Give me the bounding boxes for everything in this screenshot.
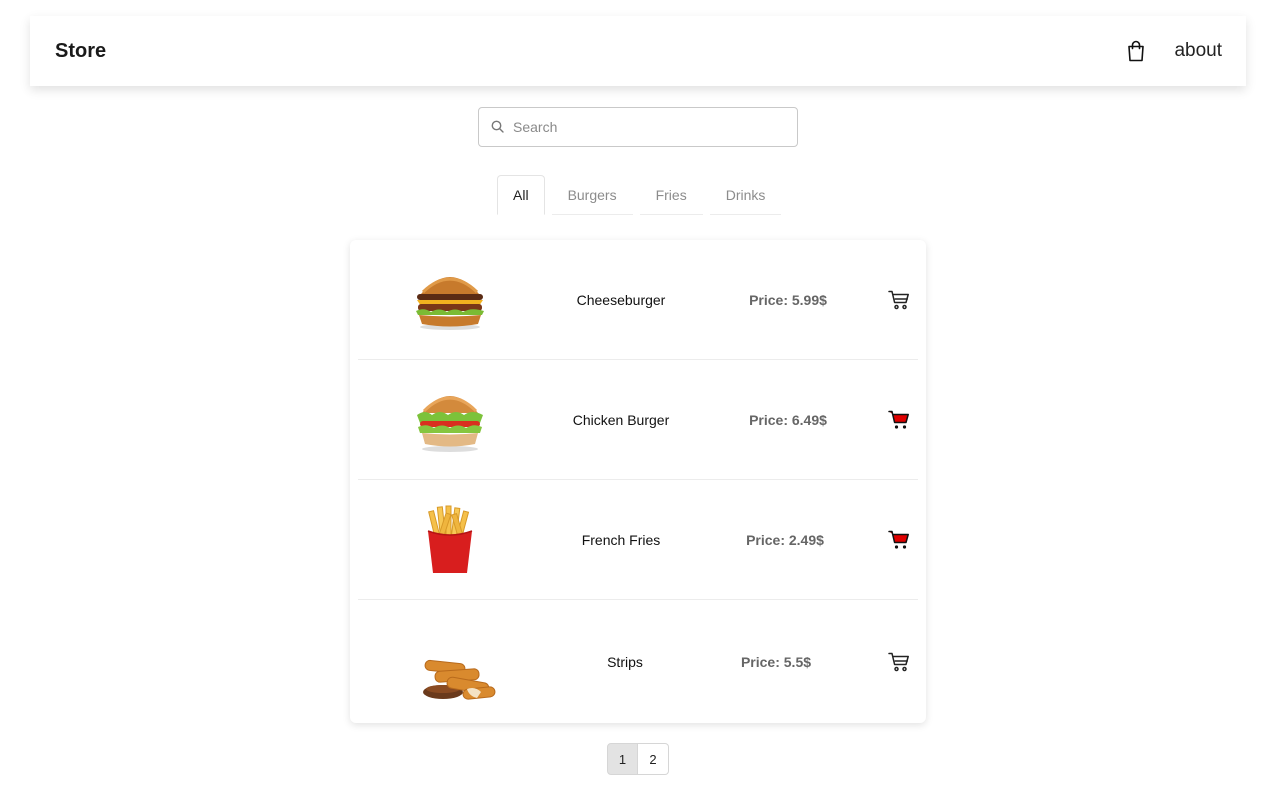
- about-link[interactable]: about: [1174, 40, 1222, 62]
- product-row: Cheeseburger Price: 5.99$: [358, 240, 918, 360]
- product-price: Price: 5.99$: [749, 291, 827, 308]
- in-cart-icon[interactable]: [886, 527, 912, 553]
- tab-fries[interactable]: Fries: [639, 175, 703, 215]
- strips-image: [358, 600, 542, 723]
- cheeseburger-image: [358, 240, 542, 359]
- product-name: Strips: [607, 653, 643, 670]
- french-fries-image: [358, 480, 542, 599]
- tab-drinks[interactable]: Drinks: [709, 175, 782, 215]
- product-price: Price: 2.49$: [746, 531, 824, 548]
- product-name: Chicken Burger: [572, 411, 670, 428]
- add-to-cart-icon[interactable]: [886, 649, 912, 675]
- add-to-cart-icon[interactable]: [886, 287, 912, 313]
- search-input[interactable]: [513, 119, 783, 135]
- chicken-burger-image: [358, 360, 542, 479]
- in-cart-icon[interactable]: [886, 407, 912, 433]
- product-name: French Fries: [581, 531, 661, 548]
- product-price: Price: 6.49$: [749, 411, 827, 428]
- product-name: Cheeseburger: [576, 291, 666, 308]
- navbar: Store about: [30, 16, 1246, 86]
- page-button-1[interactable]: 1: [607, 743, 638, 775]
- product-price: Price: 5.5$: [740, 653, 812, 670]
- tab-burgers[interactable]: Burgers: [551, 175, 633, 215]
- tab-all[interactable]: All: [497, 175, 545, 215]
- page-button-2[interactable]: 2: [638, 743, 669, 775]
- product-row: Chicken Burger Price: 6.49$: [358, 360, 918, 480]
- product-list: Cheeseburger Price: 5.99$ Chicken Burger…: [350, 240, 926, 723]
- brand-logo[interactable]: Store: [55, 40, 106, 63]
- search-box[interactable]: [478, 107, 798, 147]
- search-icon: [491, 120, 505, 134]
- product-row: French Fries Price: 2.49$: [358, 480, 918, 600]
- pagination: 1 2: [607, 743, 669, 775]
- shopping-bag-icon[interactable]: [1126, 39, 1148, 63]
- nav-right: about: [1126, 39, 1222, 63]
- product-row: Strips Price: 5.5$: [358, 600, 918, 723]
- category-tabs: All Burgers Fries Drinks: [497, 175, 782, 215]
